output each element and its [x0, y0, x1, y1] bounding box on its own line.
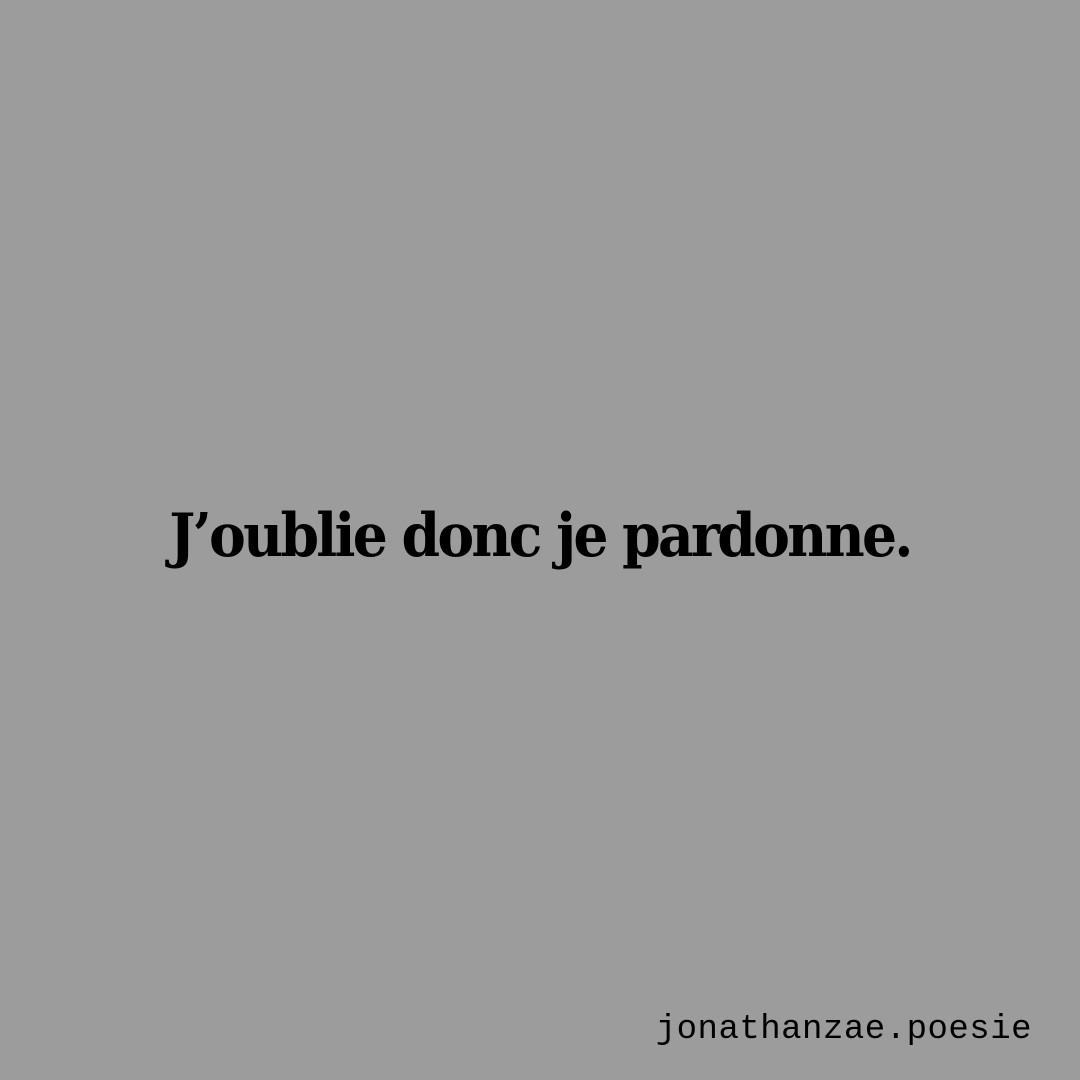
quote-text: J’oublie donc je pardonne. [169, 501, 913, 571]
poster-canvas: { "quote": { "text": "J’oublie donc je p… [0, 0, 1080, 1080]
author-handle: jonathanzae.poesie [655, 1011, 1032, 1049]
